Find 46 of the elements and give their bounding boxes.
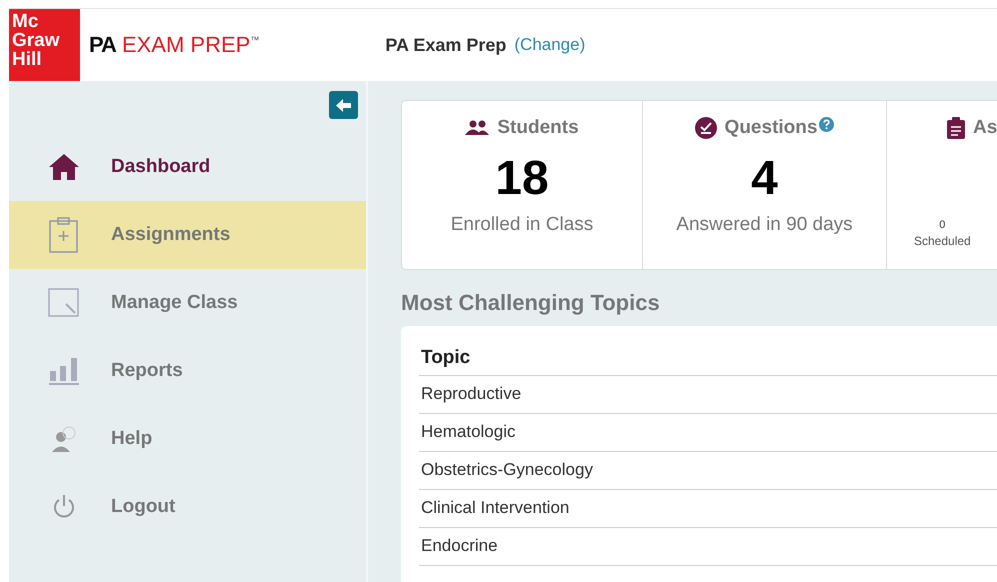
stat-caption: Scheduled xyxy=(914,234,971,248)
product-name: EXAM PREP xyxy=(122,32,250,58)
clipboard-icon xyxy=(947,117,965,139)
stat-title: Questions xyxy=(724,117,818,139)
nav-label: Dashboard xyxy=(111,156,210,178)
nav-item[interactable]: Help xyxy=(9,405,366,473)
stat-value: 0 xyxy=(939,219,946,231)
collapse-sidebar-button[interactable] xyxy=(329,91,358,119)
nav-item[interactable]: Manage Class xyxy=(9,269,366,337)
table-cell: Clinical Intervention xyxy=(419,490,997,528)
nav-label: Reports xyxy=(111,360,183,382)
course-title: PA Exam Prep xyxy=(385,34,506,56)
stat-title: As xyxy=(973,117,997,139)
table-cell: Reproductive xyxy=(419,376,997,414)
nav-label: Manage Class xyxy=(111,292,238,314)
product-name: PA xyxy=(89,32,116,58)
brand-logo: Mc Graw Hill xyxy=(9,9,80,81)
check-circle-icon xyxy=(694,117,717,139)
nav-label: Logout xyxy=(111,496,176,518)
stat-caption: Enrolled in Class xyxy=(450,214,594,236)
nav-label: Assignments xyxy=(111,224,230,246)
arrow-left-icon xyxy=(335,98,352,112)
stat-caption: Answered in 90 days xyxy=(676,214,853,236)
table-cell: Hematologic xyxy=(419,414,997,452)
nav-item[interactable]: Logout xyxy=(9,473,366,541)
stat-value: 4 xyxy=(751,151,778,206)
clipboard-plus-icon xyxy=(49,216,79,254)
nav-label: Help xyxy=(111,428,152,450)
trademark: ™ xyxy=(250,35,260,45)
bar-chart-icon xyxy=(48,356,80,386)
table-cell: Obstetrics-Gynecology xyxy=(419,452,997,490)
nav-item[interactable]: Reports xyxy=(9,337,366,405)
stat-value: 18 xyxy=(495,151,549,206)
column-header: Topic xyxy=(419,344,997,376)
users-icon xyxy=(465,120,490,136)
change-link[interactable]: (Change) xyxy=(514,35,586,55)
table-cell: Endocrine xyxy=(419,528,997,566)
help-icon[interactable] xyxy=(819,117,834,132)
home-icon xyxy=(48,153,80,181)
nav-item-highlighted[interactable]: Assignments xyxy=(9,201,366,269)
section-title: Most Challenging Topics xyxy=(401,290,661,316)
edit-square-icon xyxy=(48,288,80,318)
nav-item[interactable]: Dashboard xyxy=(9,133,366,201)
user-help-icon xyxy=(50,425,78,453)
stat-title: Students xyxy=(497,117,579,139)
power-icon xyxy=(52,494,76,520)
